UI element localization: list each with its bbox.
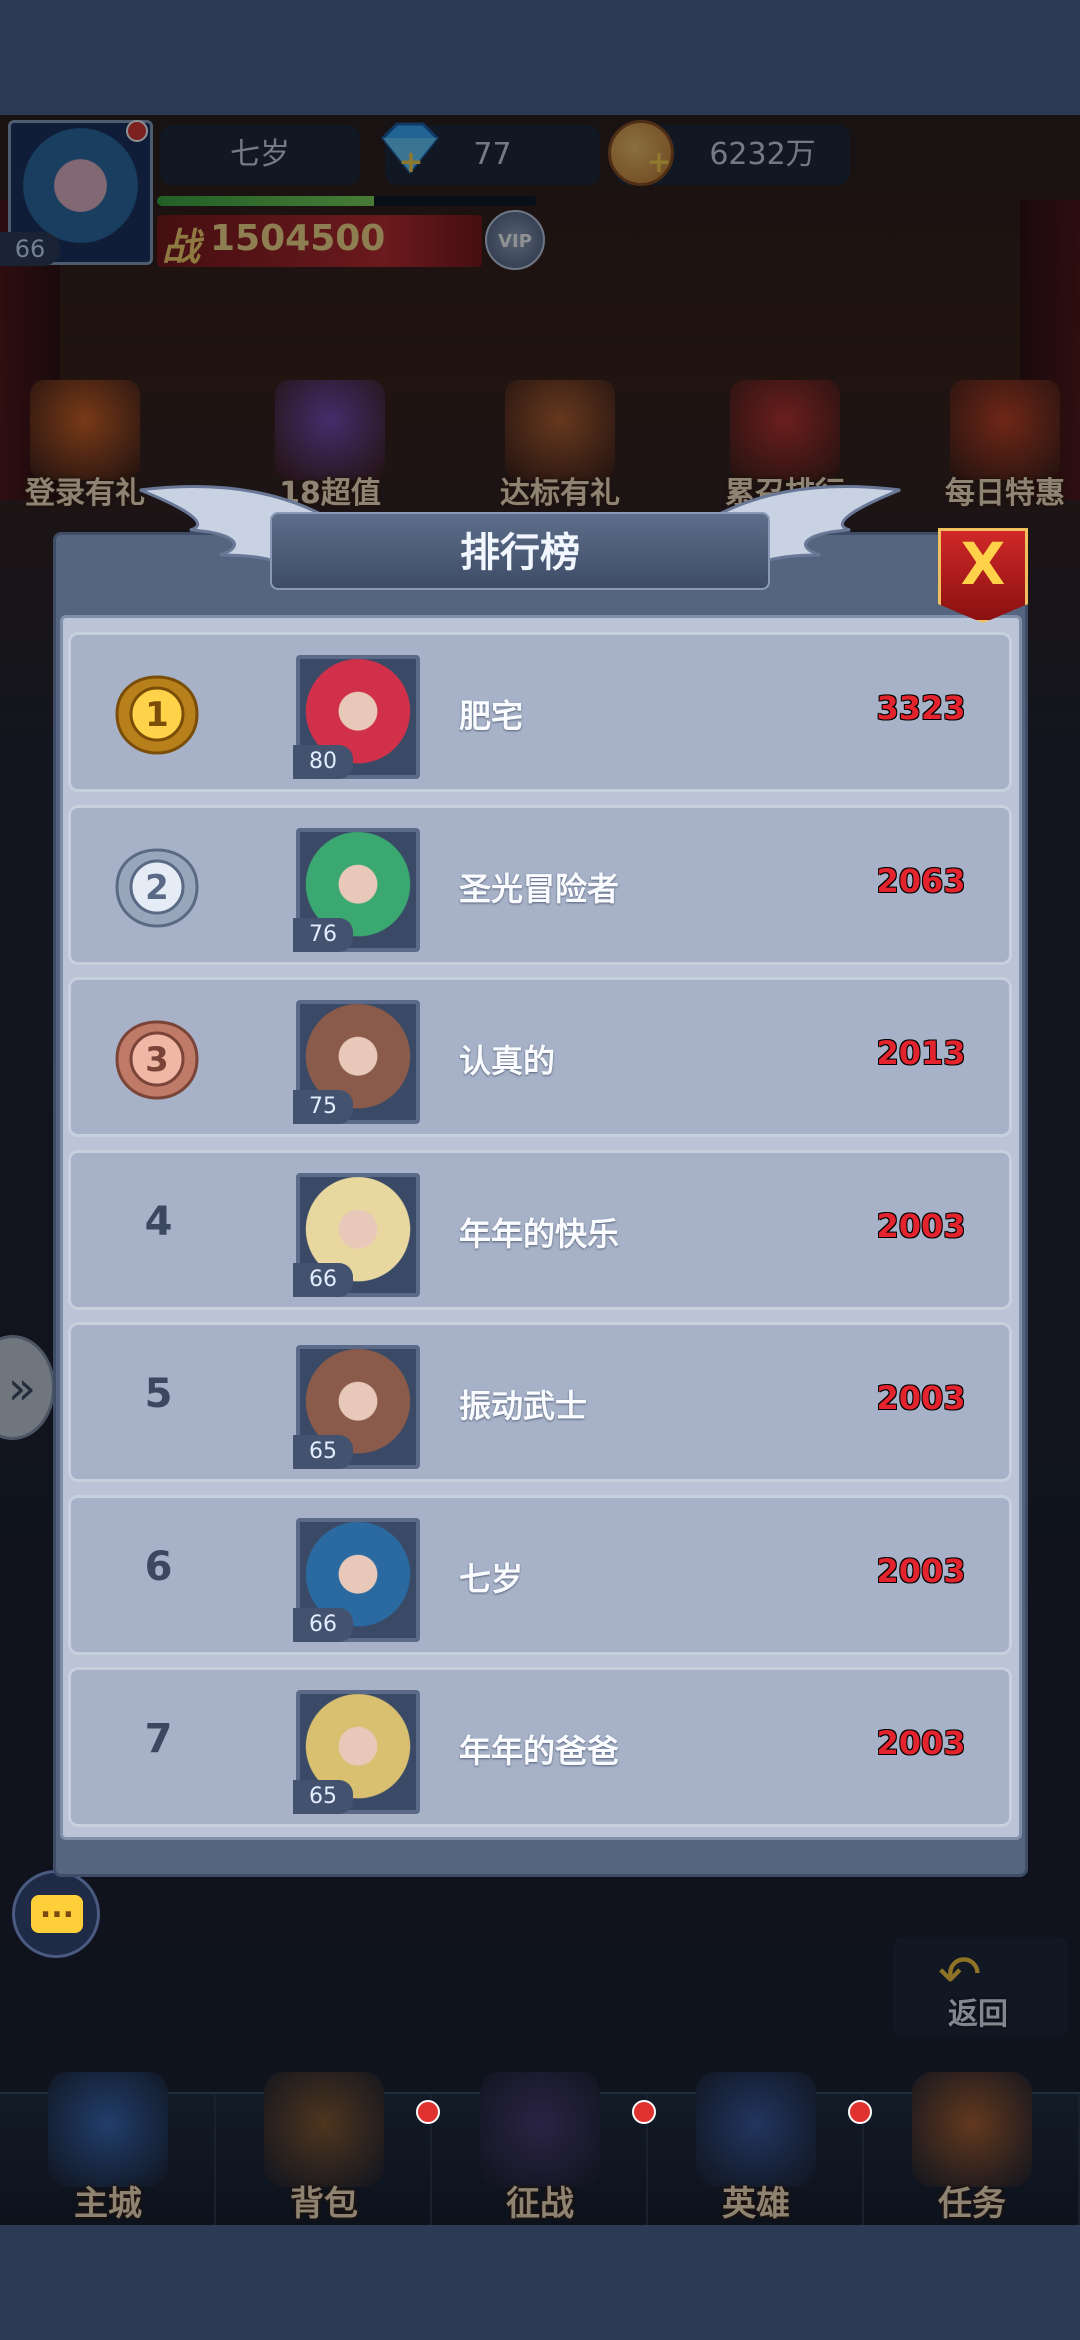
portrait-level-badge: 66	[293, 1262, 353, 1297]
notification-dot	[632, 2100, 656, 2124]
player-name: 年年的爸爸	[459, 1732, 620, 1770]
leaderboard-title: 排行榜	[460, 530, 580, 576]
player-score: 3323	[876, 689, 966, 727]
player-name: 振动武士	[459, 1387, 588, 1425]
player-name: 七岁	[459, 1559, 524, 1598]
rank-number: 4	[144, 1198, 173, 1245]
player-name: 圣光冒险者	[459, 869, 620, 908]
player-score: 2003	[876, 1379, 966, 1417]
player-name: 认真的	[459, 1042, 556, 1080]
player-name: 年年的快乐	[459, 1214, 620, 1253]
leaderboard-row[interactable]: 1 80 肥宅 3323	[68, 632, 1012, 792]
medal-rank-text: 1	[145, 695, 169, 735]
player-score: 2003	[876, 1724, 966, 1762]
medal-rank-text: 3	[145, 1040, 169, 1080]
leaderboard-row[interactable]: 3 75 认真的 2013	[68, 977, 1012, 1137]
leaderboard-row[interactable]: 6 66 七岁 2003	[68, 1494, 1012, 1655]
leaderboard-row[interactable]: 2 76 圣光冒险者 2063	[68, 804, 1012, 965]
portrait-level-badge: 75	[293, 1090, 353, 1124]
leaderboard-row[interactable]: 7 65 年年的爸爸 2003	[68, 1667, 1012, 1827]
player-score: 2063	[876, 861, 966, 900]
system-nav-area	[0, 2225, 1080, 2340]
portrait-level-badge: 65	[293, 1780, 353, 1814]
notification-dot	[416, 2100, 440, 2124]
rank-number: 7	[144, 1716, 173, 1762]
status-bar-area	[0, 0, 1080, 115]
leaderboard-row[interactable]: 5 65 振动武士 2003	[68, 1322, 1012, 1482]
player-score: 2013	[876, 1034, 966, 1072]
rank-number: 6	[144, 1543, 173, 1590]
gold-medal-icon: 1	[115, 675, 199, 755]
close-icon[interactable]: X	[938, 530, 1028, 598]
chat-bubble-icon: ...	[31, 1893, 83, 1933]
portrait-level-badge: 66	[293, 1607, 353, 1642]
medal-rank-text: 2	[145, 868, 169, 908]
leaderboard-row[interactable]: 4 66 年年的快乐 2003	[68, 1149, 1012, 1310]
player-score: 2003	[876, 1206, 966, 1245]
player-name: 肥宅	[459, 697, 524, 735]
rank-number: 5	[144, 1371, 173, 1417]
silver-medal-icon: 2	[115, 847, 199, 928]
notification-dot	[848, 2100, 872, 2124]
bronze-medal-icon: 3	[115, 1020, 199, 1100]
portrait-level-badge: 80	[293, 745, 353, 779]
portrait-level-badge: 76	[293, 917, 353, 952]
portrait-level-badge: 65	[293, 1435, 353, 1469]
player-score: 2003	[876, 1551, 966, 1590]
chat-button[interactable]: ...	[12, 1870, 100, 1958]
